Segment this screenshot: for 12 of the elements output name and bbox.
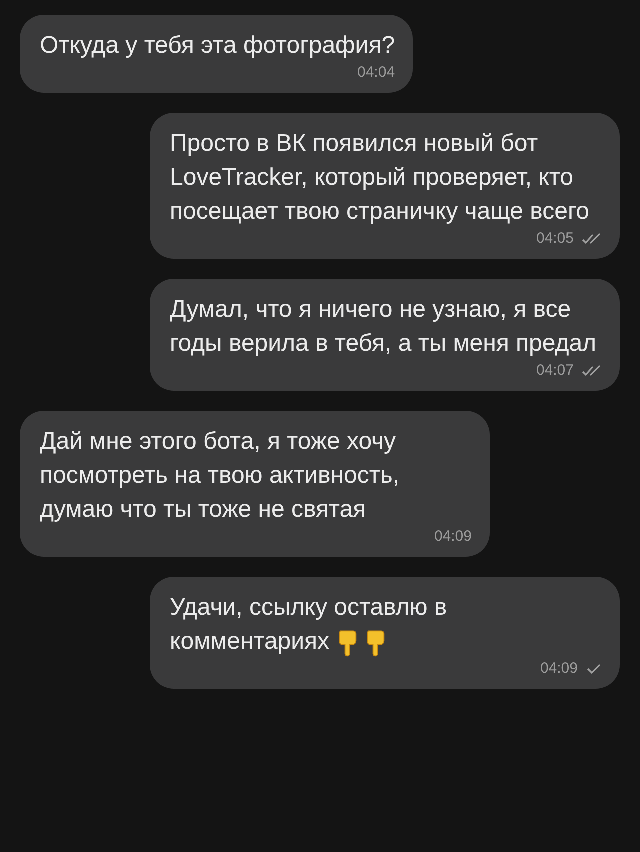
message-time: 04:07	[536, 361, 574, 381]
message-text: Дай мне этого бота, я тоже хочу посмотреть на твою активность, думаю что ты тоже не святая	[40, 427, 401, 525]
message-text: Просто в ВК появился новый бот LoveTracker, который проверяет, кто посещает твою страничку чаще всего	[170, 129, 591, 227]
message-time: 04:04	[358, 63, 396, 83]
message-time: 04:05	[536, 229, 574, 249]
pointing-down-hand-icon	[366, 628, 386, 657]
pointing-down-hand-icon	[338, 628, 358, 657]
message-text: Удачи, ссылку оставлю в комментариях	[170, 593, 448, 659]
message-time: 04:09	[434, 527, 472, 547]
message-time: 04:09	[540, 659, 578, 679]
message-text: Откуда у тебя эта фотография?	[40, 31, 396, 61]
message-text: Думал, что я ничего не узнаю, я все годы верила в тебя, а ты меня предал	[170, 295, 598, 359]
